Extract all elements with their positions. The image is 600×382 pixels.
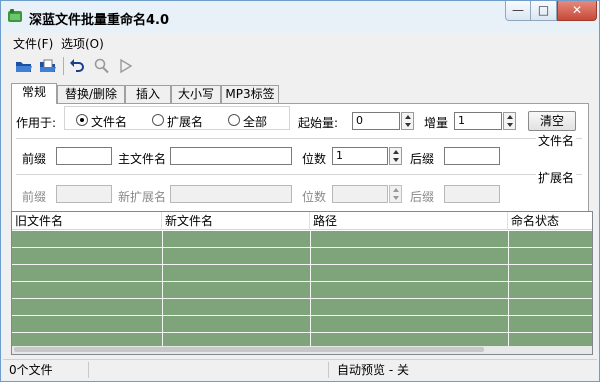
- grid-line: [508, 231, 509, 346]
- extension-suffix-label: 后缀: [410, 190, 435, 204]
- tab-general[interactable]: 常规: [11, 83, 57, 104]
- extension-digits-spinner[interactable]: [389, 185, 402, 203]
- filename-digits-label: 位数: [302, 152, 327, 166]
- status-spacer: [89, 362, 329, 378]
- scrollbar-thumb[interactable]: [14, 347, 484, 352]
- open-folder-icon: [16, 62, 32, 72]
- extension-digits-input[interactable]: [332, 185, 388, 203]
- clear-button[interactable]: 清空: [528, 111, 576, 131]
- tab-case[interactable]: 大小写: [171, 85, 221, 103]
- file-list-body[interactable]: [12, 231, 592, 346]
- filename-group-title: 文件名: [536, 132, 577, 149]
- grid-line: [12, 264, 592, 265]
- start-spinner[interactable]: [401, 112, 414, 130]
- apply-to-label: 作用于:: [16, 116, 57, 130]
- preview-button[interactable]: [91, 56, 113, 76]
- filename-prefix-input[interactable]: [56, 147, 112, 165]
- grid-line: [12, 315, 592, 316]
- undo-icon: [70, 59, 84, 72]
- tab-mp3-tags[interactable]: MP3标签: [221, 85, 279, 103]
- grid-line: [12, 247, 592, 248]
- column-rename-status[interactable]: 命名状态: [508, 212, 592, 230]
- filename-suffix-input[interactable]: [444, 147, 500, 165]
- start-label: 起始量:: [298, 116, 339, 130]
- title-bar[interactable]: 深蓝文件批量重命名4.0 — □ ✕: [1, 1, 599, 33]
- increment-input[interactable]: 1: [454, 112, 502, 130]
- close-button[interactable]: ✕: [557, 1, 597, 21]
- tab-insert[interactable]: 插入: [125, 85, 171, 103]
- status-auto-preview[interactable]: 自动预览 - 关: [333, 362, 595, 378]
- app-window: 深蓝文件批量重命名4.0 — □ ✕ 文件(F) 选项(O) 常规 替换/删除 …: [0, 0, 600, 382]
- radio-extension-label[interactable]: 扩展名: [167, 113, 203, 130]
- main-filename-label: 主文件名: [118, 152, 167, 166]
- undo-button[interactable]: [67, 56, 89, 76]
- grid-line: [12, 298, 592, 299]
- open-folder-button[interactable]: [13, 56, 35, 76]
- filename-prefix-label: 前缀: [22, 152, 47, 166]
- radio-filename-label[interactable]: 文件名: [91, 113, 127, 130]
- general-tab-panel: 作用于: 文件名 扩展名 全部 起始量: 0 增量 1 清空 文件名 前缀 主文…: [11, 103, 589, 213]
- column-old-name[interactable]: 旧文件名: [12, 212, 162, 230]
- start-input[interactable]: 0: [352, 112, 400, 130]
- status-file-count: 0个文件: [5, 362, 89, 378]
- preview-search-icon: [94, 58, 109, 74]
- column-new-name[interactable]: 新文件名: [162, 212, 310, 230]
- menu-options[interactable]: 选项(O): [61, 35, 104, 52]
- file-list-header: 旧文件名 新文件名 路径 命名状态: [12, 212, 592, 230]
- increment-label: 增量: [424, 116, 449, 130]
- radio-all[interactable]: [228, 114, 240, 126]
- window-title: 深蓝文件批量重命名4.0: [29, 13, 170, 28]
- extension-prefix-input[interactable]: [56, 185, 112, 203]
- open-files-button[interactable]: [37, 56, 59, 76]
- grid-line: [12, 281, 592, 282]
- grid-line: [162, 231, 163, 346]
- filename-suffix-label: 后缀: [410, 152, 435, 166]
- extension-prefix-label: 前缀: [22, 190, 47, 204]
- file-list[interactable]: 旧文件名 新文件名 路径 命名状态: [11, 211, 593, 355]
- grid-line: [310, 231, 311, 346]
- new-extension-label: 新扩展名: [118, 190, 167, 204]
- radio-filename[interactable]: [76, 114, 88, 126]
- main-filename-input[interactable]: [170, 147, 292, 165]
- radio-extension[interactable]: [152, 114, 164, 126]
- extension-group-title: 扩展名: [536, 169, 577, 186]
- radio-all-label[interactable]: 全部: [243, 113, 267, 130]
- maximize-button[interactable]: □: [531, 1, 557, 21]
- column-path[interactable]: 路径: [310, 212, 508, 230]
- run-button[interactable]: [115, 56, 137, 76]
- grid-line: [12, 332, 592, 333]
- status-bar: 0个文件 自动预览 - 关: [3, 359, 597, 379]
- app-icon: [8, 9, 22, 22]
- toolbar-separator: [63, 57, 64, 75]
- run-icon: [120, 58, 133, 74]
- horizontal-scrollbar[interactable]: [12, 346, 592, 354]
- client-area: 文件(F) 选项(O) 常规 替换/删除 插入 大小写 MP3标签 作用于: 文…: [3, 33, 597, 379]
- tab-replace-delete[interactable]: 替换/删除: [57, 85, 125, 103]
- minimize-button[interactable]: —: [505, 1, 531, 21]
- filename-digits-spinner[interactable]: [389, 147, 402, 165]
- menu-bar: 文件(F) 选项(O): [3, 33, 597, 51]
- increment-spinner[interactable]: [503, 112, 516, 130]
- toolbar: [3, 53, 597, 79]
- filename-digits-input[interactable]: 1: [332, 147, 388, 165]
- new-extension-input[interactable]: [170, 185, 292, 203]
- menu-file[interactable]: 文件(F): [13, 35, 53, 52]
- open-files-icon: [40, 59, 56, 72]
- extension-digits-label: 位数: [302, 190, 327, 204]
- extension-suffix-input[interactable]: [444, 185, 500, 203]
